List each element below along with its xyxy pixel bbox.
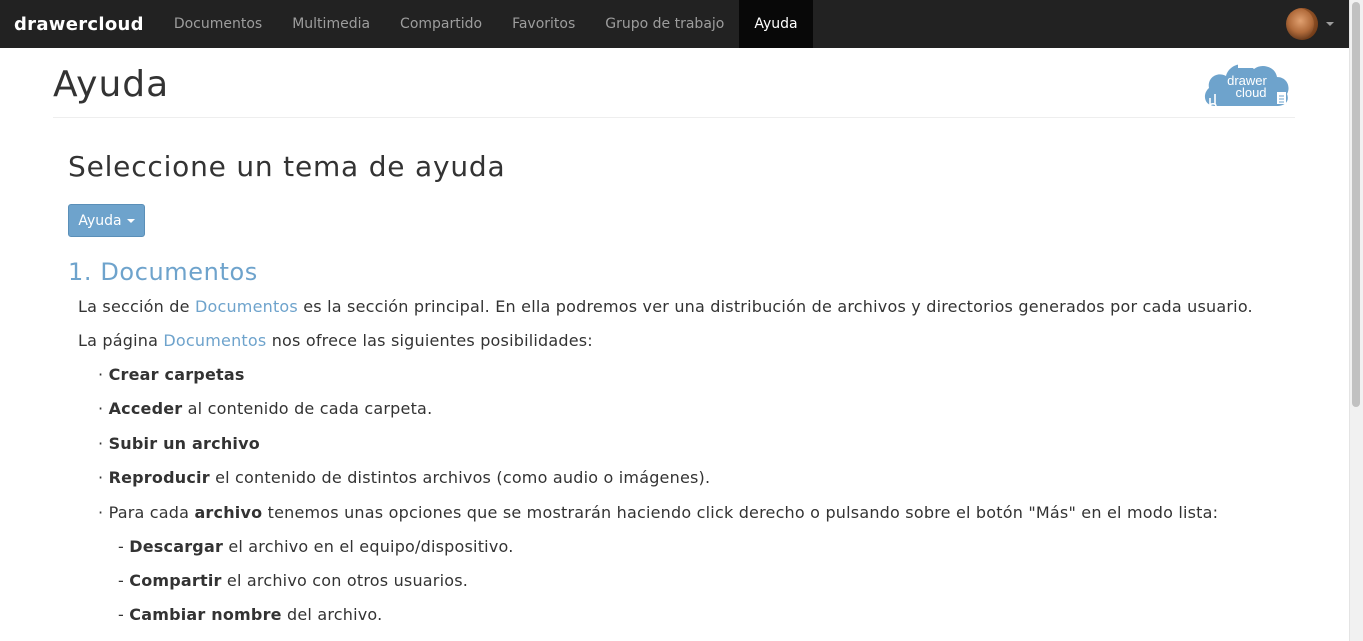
nav-item-compartido[interactable]: Compartido: [385, 0, 497, 48]
list-item: · Subir un archivo: [98, 434, 260, 453]
nav-menu: Documentos Multimedia Compartido Favorit…: [159, 0, 813, 48]
user-menu-toggle[interactable]: [1286, 0, 1350, 48]
paragraph-intro: La sección de Documentos es la sección p…: [78, 297, 1253, 316]
sub-list-item: - Descargar el archivo en el equipo/disp…: [118, 537, 514, 556]
list-item: · Reproducir el contenido de distintos a…: [98, 468, 711, 487]
caret-down-icon: [1326, 22, 1334, 26]
page-title: Ayuda: [53, 64, 170, 105]
list-item: · Crear carpetas: [98, 365, 245, 384]
nav-item-grupo-de-trabajo[interactable]: Grupo de trabajo: [590, 0, 739, 48]
caret-down-icon: [126, 218, 135, 223]
drawercloud-logo: drawer cloud: [1204, 60, 1289, 107]
help-content: Seleccione un tema de ayuda Ayuda 1. Doc…: [68, 150, 1288, 624]
help-topic-dropdown-button[interactable]: Ayuda: [68, 204, 145, 237]
brand-logo-text[interactable]: drawercloud: [0, 0, 158, 48]
scrollbar-thumb[interactable]: [1352, 2, 1360, 407]
list-item: · Acceder al contenido de cada carpeta.: [98, 399, 433, 418]
logo-text-cloud: cloud: [1235, 85, 1266, 100]
topic-title: 1. Documentos: [68, 258, 258, 286]
nav-item-ayuda[interactable]: Ayuda: [739, 0, 813, 48]
page-header: Ayuda drawer cloud: [53, 48, 1295, 118]
page-scrollbar[interactable]: [1349, 0, 1363, 641]
documentos-link[interactable]: Documentos: [195, 297, 298, 316]
nav-item-documentos[interactable]: Documentos: [159, 0, 277, 48]
paragraph-options: La página Documentos nos ofrece las sigu…: [78, 331, 593, 350]
help-section-heading: Seleccione un tema de ayuda: [68, 150, 506, 183]
top-navbar: drawercloud Documentos Multimedia Compar…: [0, 0, 1350, 48]
sub-list-item: - Cambiar nombre del archivo.: [118, 605, 383, 624]
user-avatar[interactable]: [1286, 8, 1318, 40]
nav-item-multimedia[interactable]: Multimedia: [277, 0, 385, 48]
documentos-link[interactable]: Documentos: [163, 331, 266, 350]
list-item: · Para cada archivo tenemos unas opcione…: [98, 503, 1219, 522]
nav-item-favoritos[interactable]: Favoritos: [497, 0, 590, 48]
help-button-label: Ayuda: [78, 212, 122, 229]
sub-list-item: - Compartir el archivo con otros usuario…: [118, 571, 469, 590]
